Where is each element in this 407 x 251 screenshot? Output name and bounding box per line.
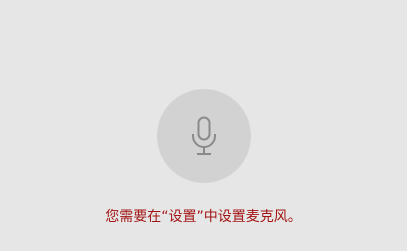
microphone-icon (192, 116, 216, 155)
microphone-button[interactable] (157, 89, 251, 183)
microphone-settings-message: 您需要在“设置”中设置麦克风。 (105, 209, 302, 225)
